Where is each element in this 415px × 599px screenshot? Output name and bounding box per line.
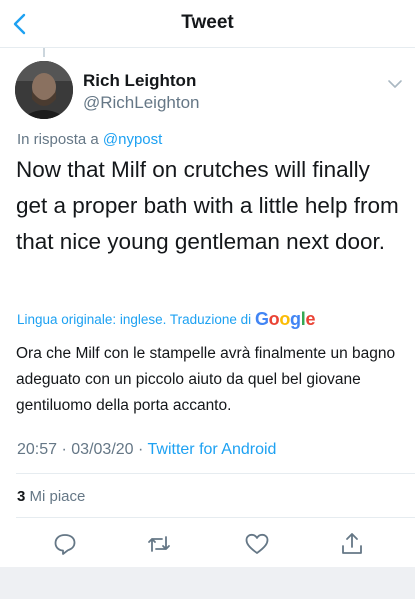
divider bbox=[16, 517, 415, 518]
divider bbox=[16, 473, 415, 474]
page-title: Tweet bbox=[181, 12, 234, 33]
tweet-metadata: 20:57 · 03/03/20 · Twitter for Android bbox=[17, 441, 276, 459]
likes-label: Mi piace bbox=[29, 488, 86, 505]
reply-context: In risposta a @nypost bbox=[17, 131, 162, 148]
retweet-icon[interactable] bbox=[146, 531, 172, 557]
reply-mention-link[interactable]: @nypost bbox=[103, 131, 162, 148]
author-handle[interactable]: @RichLeighton bbox=[83, 93, 200, 113]
likes-count[interactable]: 3 Mi piace bbox=[17, 488, 85, 505]
heart-icon[interactable] bbox=[244, 531, 270, 557]
share-icon[interactable] bbox=[339, 531, 365, 557]
top-nav-bar: Tweet bbox=[0, 0, 415, 48]
meta-separator: · bbox=[138, 441, 144, 458]
tweet-date: 03/03/20 bbox=[71, 441, 134, 458]
tweet-client-link[interactable]: Twitter for Android bbox=[148, 441, 277, 458]
translated-text: Ora che Milf con le stampelle avrà final… bbox=[16, 345, 396, 414]
likes-number: 3 bbox=[17, 488, 26, 505]
chevron-down-icon[interactable] bbox=[387, 78, 403, 90]
tweet-time: 20:57 bbox=[17, 441, 58, 458]
translation-label: Lingua originale: inglese. Traduzione di bbox=[17, 312, 252, 327]
tweet-text: Now that Milf on crutches will finally g… bbox=[16, 157, 399, 254]
meta-separator: · bbox=[61, 441, 67, 458]
bottom-bar bbox=[0, 567, 415, 599]
translation-attribution: Lingua originale: inglese. Traduzione di… bbox=[17, 309, 315, 330]
google-logo: Google bbox=[254, 309, 316, 329]
thread-connector-line bbox=[43, 48, 45, 57]
reply-prefix: In risposta a bbox=[17, 131, 99, 148]
author-name[interactable]: Rich Leighton bbox=[83, 71, 196, 91]
reply-icon[interactable] bbox=[52, 531, 78, 557]
avatar[interactable] bbox=[15, 61, 73, 119]
